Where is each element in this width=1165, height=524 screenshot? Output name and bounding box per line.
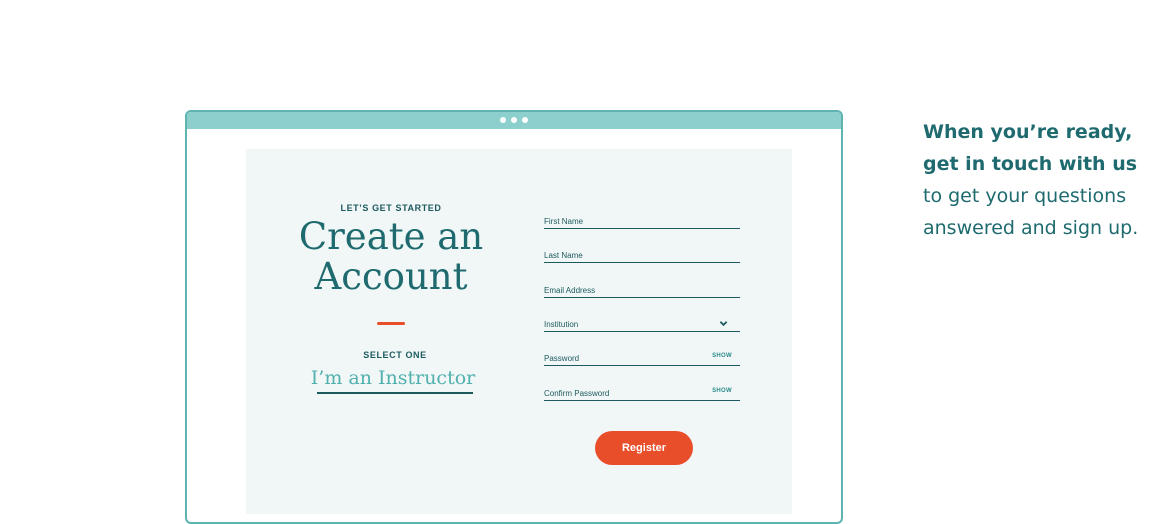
callout-line-1: When you’re ready, (923, 121, 1133, 143)
side-callout: When you’re ready, get in touch with us … (923, 116, 1163, 244)
accent-divider (377, 322, 405, 325)
page-title: Create an Account (246, 217, 536, 297)
confirm-password-label: Confirm Password (544, 389, 610, 398)
role-select-value: I’m an Instructor (310, 367, 476, 389)
window-dot (522, 117, 528, 123)
register-button[interactable]: Register (595, 431, 693, 465)
last-name-field[interactable]: Last Name (544, 247, 740, 263)
confirm-password-field[interactable]: Confirm Password SHOW (544, 385, 740, 401)
show-confirm-password-button[interactable]: SHOW (712, 388, 732, 394)
email-field[interactable]: Email Address (544, 282, 740, 298)
window-dot (511, 117, 517, 123)
window-dot (500, 117, 506, 123)
show-password-button[interactable]: SHOW (712, 353, 732, 359)
institution-select[interactable]: Institution (544, 316, 740, 332)
chevron-down-icon (719, 321, 728, 327)
callout-line-4: answered and sign up. (923, 217, 1139, 239)
title-line-2: Account (314, 255, 468, 298)
browser-window: LET’S GET STARTED Create an Account SELE… (185, 110, 843, 524)
role-select-label: SELECT ONE (363, 350, 427, 360)
institution-label: Institution (544, 320, 579, 329)
first-name-label: First Name (544, 217, 584, 226)
password-field[interactable]: Password SHOW (544, 350, 740, 366)
browser-title-bar (187, 112, 841, 129)
first-name-field[interactable]: First Name (544, 213, 740, 229)
role-select[interactable]: I’m an Instructor (311, 364, 475, 394)
eyebrow-text: LET’S GET STARTED (340, 203, 442, 213)
signup-intro: LET’S GET STARTED Create an Account SELE… (246, 149, 536, 514)
signup-panel: LET’S GET STARTED Create an Account SELE… (246, 149, 792, 514)
email-label: Email Address (544, 286, 596, 295)
window-dots (500, 117, 528, 123)
title-line-1: Create an (298, 215, 484, 258)
password-label: Password (544, 354, 580, 363)
callout-line-3: to get your questions (923, 185, 1127, 207)
callout-line-2: get in touch with us (923, 153, 1138, 175)
last-name-label: Last Name (544, 251, 583, 260)
